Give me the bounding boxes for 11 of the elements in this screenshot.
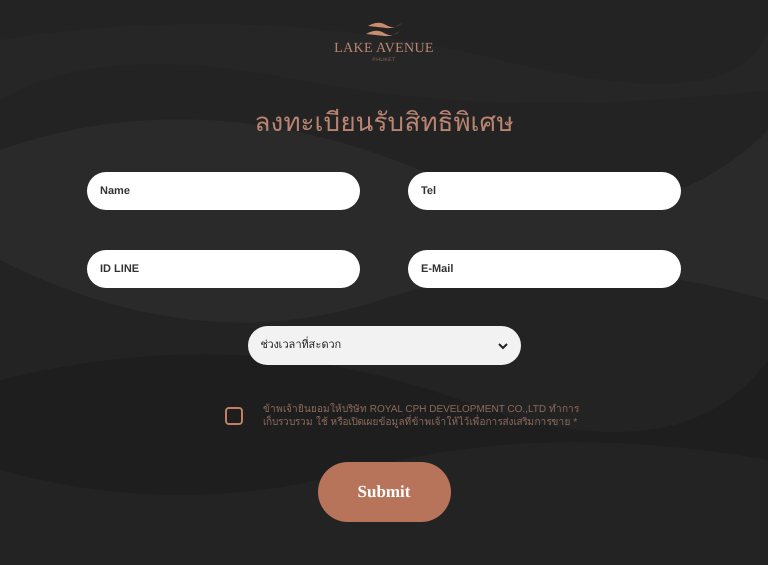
form-heading: ลงทะเบียนรับสิทธิพิเศษ [254,109,514,135]
input-field[interactable]: ID LINE [87,250,360,288]
submit-button[interactable]: Submit [318,462,450,522]
input-field[interactable]: E-Mail [408,250,681,288]
consent-text: ข้าพเจ้ายินยอมให้บริษัท ROYAL CPH DEVELOPMENT CO.,LTD ทำการเก็บรวบรวม ใช้ หรือเปิดเผยข้อมูลที่ข้าพเจ้าให้ไว้เพื่อการส่งเสริมการขาย * [263,403,580,429]
input-field[interactable]: Name [87,172,360,210]
logo-name: LAKE AVENUE [334,42,434,56]
input-field[interactable]: Tel [408,172,681,210]
consent-checkbox[interactable] [225,407,243,425]
chevron-down-icon [498,342,508,350]
time-select[interactable]: ช่วงเวลาที่สะดวก [248,326,520,365]
